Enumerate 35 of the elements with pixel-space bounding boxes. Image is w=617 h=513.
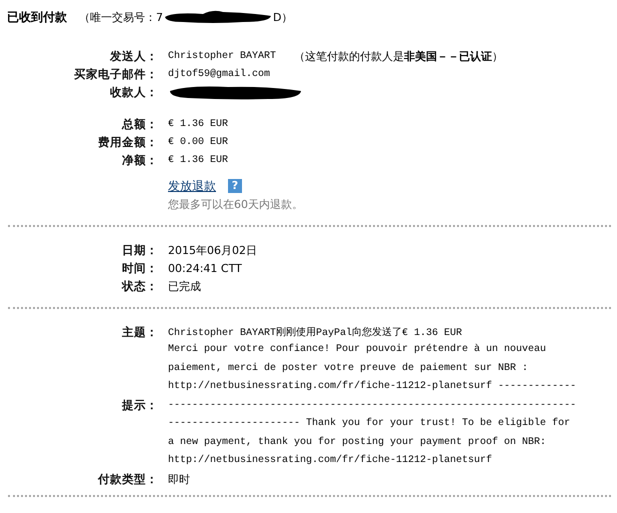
memo-line: http://netbusinessrating.com/fr/fiche-11212-planetsurf	[168, 454, 494, 468]
field-label: 时间：	[121, 260, 158, 276]
field-label: 净额：	[121, 152, 158, 168]
field-label: 买家电子邮件：	[73, 66, 158, 82]
sender-verification-note: （这笔付款的付款人是非美国－－已认证）	[294, 48, 504, 64]
detail-value: 2015年06月02日	[168, 242, 257, 258]
field-label: 收款人：	[109, 84, 158, 100]
refund-note: 您最多可以在60天内退款。	[168, 196, 303, 212]
subject-text: Christopher BAYART刚刚使用PayPal向您发送了€ 1.36 EUR	[168, 326, 462, 339]
field-label: 主题：	[121, 324, 158, 340]
memo-line: --------------------------------------------------------------------	[168, 398, 576, 412]
field-label: 状态：	[120, 278, 158, 294]
refund-link[interactable]: 发放退款	[168, 178, 216, 194]
field-label: 提示：	[120, 398, 158, 414]
transaction-id-suffix: D）	[273, 10, 292, 24]
amount-value: € 1.36 EUR	[168, 154, 228, 166]
detail-value: 00:24:41 CTT	[168, 262, 242, 274]
memo-line: paiement, merci de poster votre preuve de paiement sur NBR :	[168, 362, 530, 376]
field-label: 付款类型：	[96, 472, 158, 487]
sender-name: Christopher BAYART	[168, 50, 276, 62]
memo-line: ---------------------- Thank you for your trust! To be eligible for	[168, 416, 572, 431]
amount-value: € 1.36 EUR	[168, 118, 228, 130]
payment-type-value: 即时	[168, 472, 190, 487]
field-label: 总额：	[120, 116, 158, 132]
amount-value: € 0.00 EUR	[168, 136, 228, 148]
transaction-id-prefix: （唯一交易号：7	[79, 10, 163, 24]
field-label: 费用金额：	[97, 134, 158, 150]
page-title: 已收到付款	[7, 8, 67, 26]
memo-line: http://netbusinessrating.com/fr/fiche-11212-planetsurf -------------	[168, 380, 576, 394]
field-label: 日期：	[121, 242, 158, 258]
memo-line: Merci pour votre confiance! Pour pouvoir prétendre à un nouveau	[168, 342, 548, 357]
memo-line: a new payment, thank you for posting your payment proof on NBR:	[168, 436, 548, 450]
buyer-email: djtof59@gmail.com	[168, 68, 270, 80]
field-label: 发送人：	[108, 48, 158, 64]
detail-value: 已完成	[168, 278, 201, 294]
